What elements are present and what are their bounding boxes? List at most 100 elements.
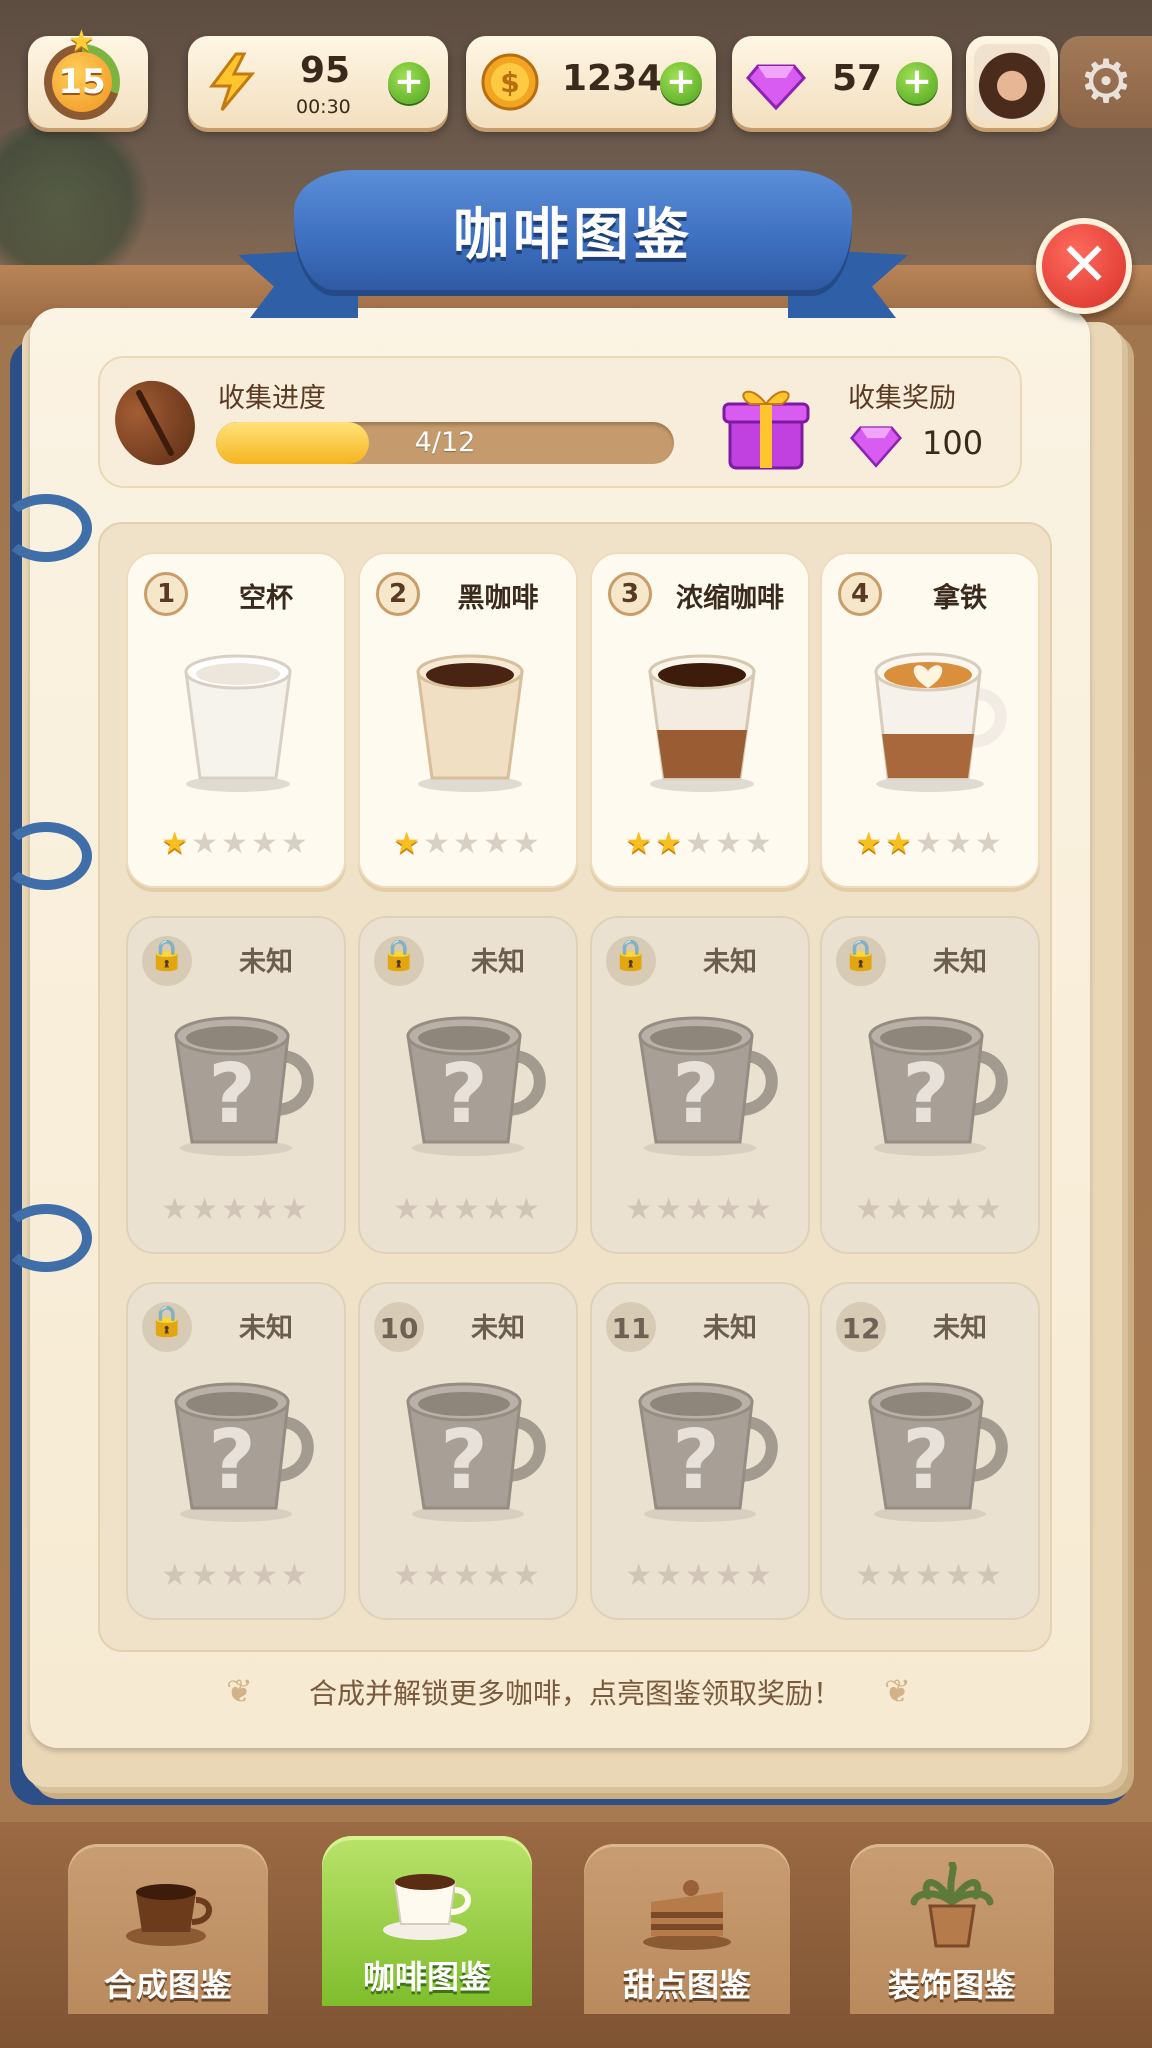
latte-cup-icon	[383, 1874, 471, 1940]
coffee-card[interactable]: 4 拿铁 ★★★★★	[820, 552, 1040, 888]
star-filled-icon: ★	[655, 826, 686, 861]
unknown-cup-icon: ?	[852, 1366, 1012, 1526]
coffee-card[interactable]: 3 浓缩咖啡 ★★★★★	[590, 552, 810, 888]
star-empty-icon: ★	[221, 1192, 251, 1227]
add-energy-button[interactable]: +	[388, 62, 430, 104]
settings-button[interactable]: ⚙	[1060, 36, 1152, 128]
close-button[interactable]: ✕	[1036, 218, 1132, 314]
tab-label: 甜点图鉴	[622, 1966, 751, 2004]
binder-ring	[0, 822, 92, 890]
svg-text:$: $	[500, 66, 519, 99]
black-coffee-icon	[390, 638, 550, 798]
gem-counter[interactable]: 57 +	[732, 36, 952, 128]
locked-coffee-card[interactable]: 12 未知? ★★★★★	[820, 1282, 1040, 1620]
svg-text:?: ?	[440, 1047, 488, 1142]
star-empty-icon: ★	[685, 1192, 715, 1227]
locked-coffee-card[interactable]: 🔒 未知? ★★★★★	[126, 916, 346, 1254]
progress-bar: 4/12	[216, 422, 674, 464]
star-empty-icon: ★	[915, 1558, 945, 1593]
star-empty-icon: ★	[191, 826, 222, 861]
gift-box-icon[interactable]	[720, 380, 812, 472]
tab-merge-collection[interactable]: 合成图鉴	[68, 1844, 268, 2014]
locked-coffee-card[interactable]: 🔒 未知? ★★★★★	[126, 1282, 346, 1620]
star-empty-icon: ★	[280, 1192, 311, 1227]
star-empty-icon: ★	[685, 826, 715, 861]
star-empty-icon: ★	[685, 1558, 715, 1593]
title-ribbon: 咖啡图鉴	[238, 170, 908, 320]
energy-value: 95	[300, 50, 351, 91]
star-filled-icon: ★	[855, 826, 886, 861]
add-gems-button[interactable]: +	[896, 62, 938, 104]
coffee-card[interactable]: 2 黑咖啡 ★★★★★	[358, 552, 578, 888]
star-rating: ★★★★★	[822, 1558, 1038, 1593]
star-empty-icon: ★	[161, 1558, 192, 1593]
padlock-icon: 🔒	[842, 938, 880, 973]
star-empty-icon: ★	[482, 1558, 513, 1593]
star-empty-icon: ★	[915, 1192, 945, 1227]
star-empty-icon: ★	[655, 1558, 686, 1593]
unknown-cup-icon: ?	[158, 1366, 318, 1526]
locked-coffee-card[interactable]: 11 未知? ★★★★★	[590, 1282, 810, 1620]
star-empty-icon: ★	[885, 1558, 916, 1593]
card-number: 12	[836, 1302, 886, 1352]
star-empty-icon: ★	[744, 1192, 775, 1227]
coffee-bean-icon	[100, 366, 210, 480]
padlock-icon: 🔒	[148, 1304, 186, 1339]
star-empty-icon: ★	[161, 1192, 192, 1227]
avatar-frame[interactable]	[966, 36, 1058, 128]
star-empty-icon: ★	[885, 1192, 916, 1227]
unknown-cup-icon: ?	[622, 1000, 782, 1160]
tab-label: 合成图鉴	[103, 1966, 232, 2004]
gear-icon: ⚙	[1079, 47, 1133, 117]
star-empty-icon: ★	[915, 826, 945, 861]
star-empty-icon: ★	[453, 1558, 483, 1593]
avatar	[974, 44, 1050, 120]
lightning-icon	[209, 52, 256, 111]
card-name: 未知	[471, 1313, 525, 1344]
locked-coffee-card[interactable]: 🔒 未知? ★★★★★	[820, 916, 1040, 1254]
lock-icon: 🔒	[836, 936, 886, 986]
unknown-cup-icon: ?	[622, 1366, 782, 1526]
tab-dessert-collection[interactable]: 甜点图鉴	[584, 1844, 790, 2014]
tab-decor-collection[interactable]: 装饰图鉴	[850, 1844, 1054, 2014]
star-empty-icon: ★	[423, 1192, 454, 1227]
energy-counter[interactable]: 95 00:30 +	[188, 36, 448, 128]
gem-icon	[850, 426, 902, 468]
progress-label: 收集进度	[218, 383, 326, 414]
svg-text:?: ?	[440, 1413, 488, 1508]
leaf-ornament-right: ❦	[884, 1672, 911, 1710]
star-empty-icon: ★	[625, 1192, 656, 1227]
locked-coffee-card[interactable]: 10 未知? ★★★★★	[358, 1282, 578, 1620]
unknown-cup-icon: ?	[852, 1000, 1012, 1160]
svg-text:?: ?	[902, 1047, 950, 1142]
locked-coffee-card[interactable]: 🔒 未知? ★★★★★	[358, 916, 578, 1254]
progress-text: 4/12	[414, 427, 476, 458]
tab-coffee-collection[interactable]: 咖啡图鉴	[322, 1836, 532, 2006]
page-title: 咖啡图鉴	[453, 203, 693, 268]
star-empty-icon: ★	[191, 1558, 222, 1593]
star-icon: ★	[68, 24, 95, 59]
star-empty-icon: ★	[714, 1192, 745, 1227]
card-name: 黑咖啡	[457, 583, 539, 614]
add-coins-button[interactable]: +	[660, 62, 702, 104]
level-badge[interactable]: 15 ★	[28, 24, 148, 128]
latte-icon	[852, 638, 1012, 798]
coffee-card[interactable]: 1 空杯 ★★★★★	[126, 552, 346, 888]
padlock-icon: 🔒	[380, 938, 418, 973]
coin-counter[interactable]: $ 1234 +	[466, 36, 716, 128]
cake-icon	[643, 1880, 731, 1950]
star-empty-icon: ★	[855, 1558, 886, 1593]
card-number: 1	[144, 572, 188, 616]
star-empty-icon: ★	[512, 826, 543, 861]
star-empty-icon: ★	[453, 826, 483, 861]
binder-ring	[0, 494, 92, 562]
star-empty-icon: ★	[855, 1192, 886, 1227]
padlock-icon: 🔒	[148, 938, 186, 973]
ribbon-banner: 咖啡图鉴	[294, 170, 852, 290]
gem-icon	[746, 64, 806, 111]
locked-coffee-card[interactable]: 🔒 未知? ★★★★★	[590, 916, 810, 1254]
star-empty-icon: ★	[944, 826, 975, 861]
star-filled-icon: ★	[885, 826, 916, 861]
unknown-cup-icon: ?	[390, 1000, 550, 1160]
star-rating: ★★★★★	[128, 1192, 344, 1227]
